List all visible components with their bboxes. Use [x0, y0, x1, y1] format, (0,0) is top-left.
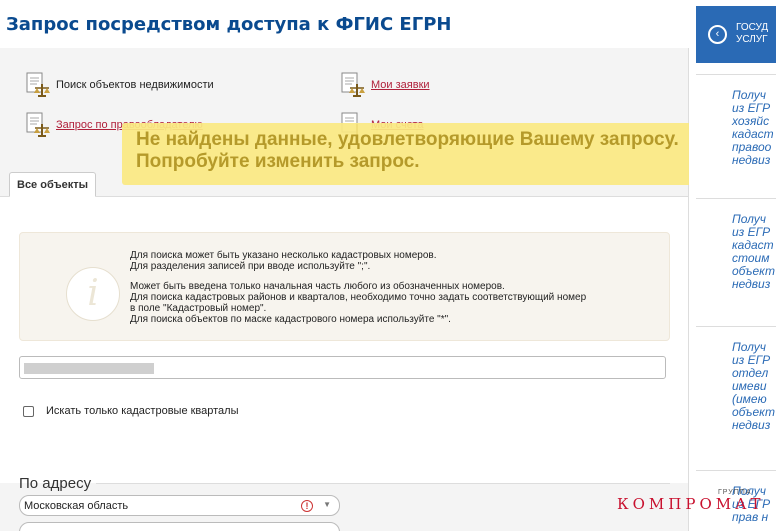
document-scales-icon [24, 72, 52, 98]
chevron-down-icon: ▼ [323, 500, 331, 509]
cadastral-number-input[interactable] [19, 356, 666, 379]
document-scales-icon [24, 112, 52, 138]
address-divider [96, 483, 670, 484]
no-results-line2: Попробуйте изменить запрос. [136, 151, 420, 172]
sidebar-item-extract-3[interactable]: Получ из ЕГР отдел имеви (имею объект не… [696, 326, 776, 468]
info-line: Для разделения записей при вводе использ… [130, 261, 371, 272]
info-line: Для поиска может быть указано несколько … [130, 250, 437, 261]
info-icon: i [66, 267, 120, 321]
address-section-title: По адресу [19, 475, 92, 492]
no-results-line1: Не найдены данные, удовлетворяющие Вашем… [136, 129, 679, 150]
only-quarters-checkbox[interactable] [23, 405, 34, 417]
warning-icon: ! [301, 500, 313, 512]
region-select[interactable]: Московская область ! ▼ [19, 495, 340, 516]
sidebar-item-extract-1[interactable]: Получ из ЕГР хозяйс кадаст правоо недвиз [696, 74, 776, 192]
chevron-left-icon: ‹ [708, 25, 727, 44]
region-select-value: Московская область [24, 500, 129, 512]
nav-my-requests[interactable]: Мои заявки [339, 72, 430, 98]
sidebar-header[interactable]: ‹ ГОСУД УСЛУГ [696, 6, 776, 63]
info-line: в поле "Кадастровый номер". [130, 303, 267, 314]
document-scales-icon [339, 72, 367, 98]
watermark: КОМПРОМАТ [617, 495, 765, 513]
only-quarters-label: Искать только кадастровые кварталы [46, 405, 239, 417]
nav-my-requests-link[interactable]: Мои заявки [371, 79, 430, 91]
redacted-value [24, 363, 154, 374]
info-text: Для поиска может быть указано несколько … [130, 250, 586, 325]
no-results-notification: Не найдены данные, удовлетворяющие Вашем… [122, 123, 758, 185]
sidebar-item-extract-2[interactable]: Получ из ЕГР кадаст стоим объект недвиз [696, 198, 776, 326]
nav-search-objects-label: Поиск объектов недвижимости [56, 79, 214, 91]
services-sidebar: ‹ ГОСУД УСЛУГ Получ из ЕГР хозяйс кадаст… [689, 0, 776, 531]
info-line: Для поиска кадастровых районов и квартал… [130, 292, 587, 303]
only-quarters-checkbox-row[interactable]: Искать только кадастровые кварталы [23, 405, 239, 417]
info-line: Для поиска объектов по маске кадастровог… [130, 314, 451, 325]
sidebar-header-label: ГОСУД УСЛУГ [736, 22, 769, 45]
nav-search-objects[interactable]: Поиск объектов недвижимости [24, 72, 214, 98]
district-select[interactable] [19, 522, 340, 531]
info-box: i Для поиска может быть указано нескольк… [19, 232, 670, 341]
page-title: Запрос посредством доступа к ФГИС ЕГРН [6, 14, 452, 35]
info-line: Может быть введена только начальная част… [130, 281, 505, 292]
tab-all-objects[interactable]: Все объекты [9, 172, 97, 197]
